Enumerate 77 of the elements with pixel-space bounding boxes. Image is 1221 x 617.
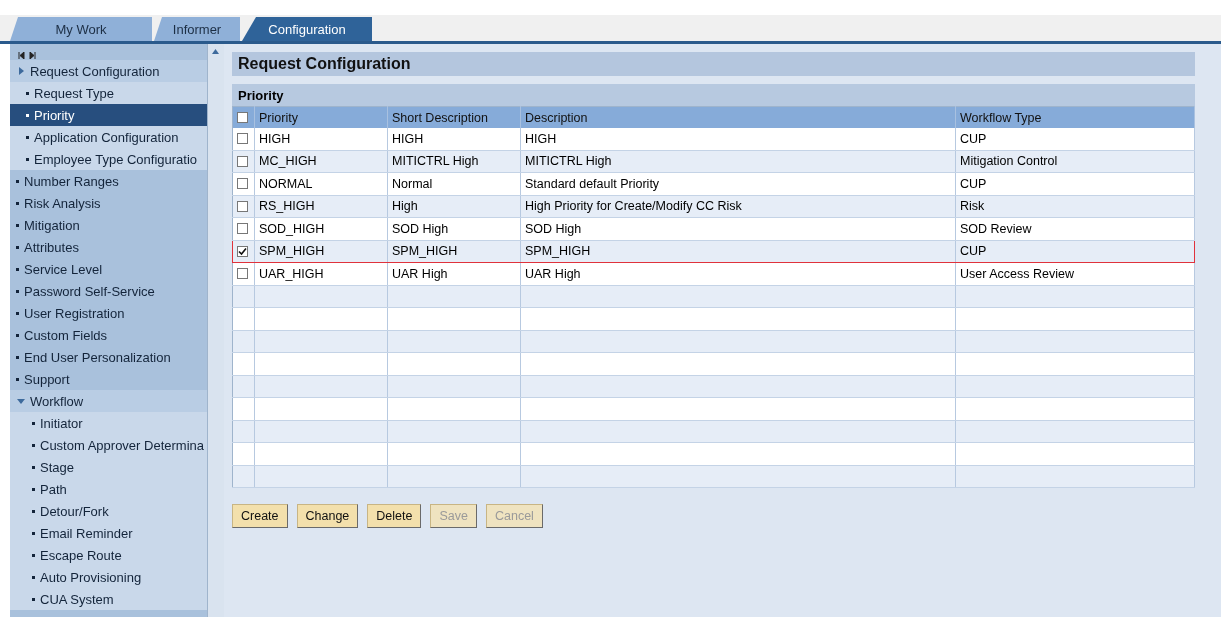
nav-item[interactable]: Application Configuration: [10, 126, 207, 148]
row-checkbox[interactable]: [237, 200, 248, 212]
nav-item[interactable]: Risk Analysis: [10, 192, 207, 214]
table-cell: RS_HIGH: [254, 195, 388, 218]
table-cell: SPM_HIGH: [387, 240, 521, 263]
column-header[interactable]: Workflow Type: [955, 106, 1195, 128]
nav-item[interactable]: Path: [10, 478, 207, 500]
nav-item[interactable]: Password Self-Service: [10, 280, 207, 302]
collapse-arrow-icon[interactable]: [16, 396, 26, 406]
nav-item[interactable]: Custom Fields: [10, 324, 207, 346]
table-cell: UAR High: [520, 262, 956, 285]
table-cell: HIGH: [387, 128, 521, 150]
nav-item[interactable]: Escape Route: [10, 544, 207, 566]
table-title: Priority: [232, 84, 1195, 106]
table-cell: Mitigation Control: [955, 150, 1195, 173]
tab[interactable]: Configuration: [242, 17, 372, 41]
first-last-icon[interactable]: [18, 52, 36, 59]
table-cell: CUP: [955, 128, 1195, 150]
table-cell: User Access Review: [955, 262, 1195, 285]
row-checkbox[interactable]: [237, 133, 248, 145]
row-checkbox[interactable]: [237, 178, 248, 190]
action-button[interactable]: Change: [296, 504, 359, 528]
nav-item[interactable]: Mitigation: [10, 214, 207, 236]
nav-item[interactable]: Auto Provisioning: [10, 566, 207, 588]
tab[interactable]: My Work: [10, 17, 152, 41]
page-title: Request Configuration: [232, 52, 1195, 76]
table-cell: NORMAL: [254, 172, 388, 195]
row-checkbox[interactable]: [237, 155, 248, 167]
table-cell: MITICTRL High: [520, 150, 956, 173]
nav-item[interactable]: Request Configuration: [10, 60, 207, 82]
tab[interactable]: Informer: [154, 17, 240, 41]
expand-arrow-icon[interactable]: [16, 66, 26, 76]
select-all-checkbox[interactable]: [237, 112, 248, 123]
nav-item[interactable]: Support: [10, 368, 207, 390]
nav-item[interactable]: End User Personalization: [10, 346, 207, 368]
table-cell: MITICTRL High: [387, 150, 521, 173]
table-cell: CUP: [955, 240, 1195, 263]
table-cell: SOD Review: [955, 217, 1195, 240]
nav-item[interactable]: Detour/Fork: [10, 500, 207, 522]
column-header[interactable]: Short Description: [387, 106, 521, 128]
table-cell: High: [387, 195, 521, 218]
table-cell: Risk: [955, 195, 1195, 218]
nav-item[interactable]: CUA System: [10, 588, 207, 610]
table-cell: Normal: [387, 172, 521, 195]
scrollbar[interactable]: [207, 44, 224, 617]
column-header[interactable]: Priority: [254, 106, 388, 128]
table-cell: UAR High: [387, 262, 521, 285]
nav-item[interactable]: Email Reminder: [10, 522, 207, 544]
nav-item[interactable]: Stage: [10, 456, 207, 478]
table-cell: SOD High: [520, 217, 956, 240]
table-cell: Standard default Priority: [520, 172, 956, 195]
table-cell: CUP: [955, 172, 1195, 195]
row-checkbox[interactable]: [237, 245, 248, 257]
table-cell: MC_HIGH: [254, 150, 388, 173]
nav-item[interactable]: Initiator: [10, 412, 207, 434]
table-cell: High Priority for Create/Modify CC Risk: [520, 195, 956, 218]
table-cell: SOD_HIGH: [254, 217, 388, 240]
column-header[interactable]: Description: [520, 106, 956, 128]
nav-item[interactable]: User Registration: [10, 302, 207, 324]
nav-item[interactable]: Number Ranges: [10, 170, 207, 192]
table-cell: UAR_HIGH: [254, 262, 388, 285]
nav-item[interactable]: Custom Approver Determina: [10, 434, 207, 456]
nav-item[interactable]: Service Level: [10, 258, 207, 280]
action-button[interactable]: Delete: [367, 504, 422, 528]
nav-item[interactable]: Attributes: [10, 236, 207, 258]
nav-item[interactable]: Employee Type Configuratio: [10, 148, 207, 170]
nav-item[interactable]: Priority: [10, 104, 207, 126]
row-checkbox[interactable]: [237, 223, 248, 235]
table-cell: HIGH: [254, 128, 388, 150]
nav-item[interactable]: Workflow: [10, 390, 207, 412]
nav-item[interactable]: Request Type: [10, 82, 207, 104]
table-cell: SPM_HIGH: [254, 240, 388, 263]
table-cell: SOD High: [387, 217, 521, 240]
row-checkbox[interactable]: [237, 268, 248, 280]
table-cell: SPM_HIGH: [520, 240, 956, 263]
table-cell: HIGH: [520, 128, 956, 150]
action-button[interactable]: Create: [232, 504, 288, 528]
